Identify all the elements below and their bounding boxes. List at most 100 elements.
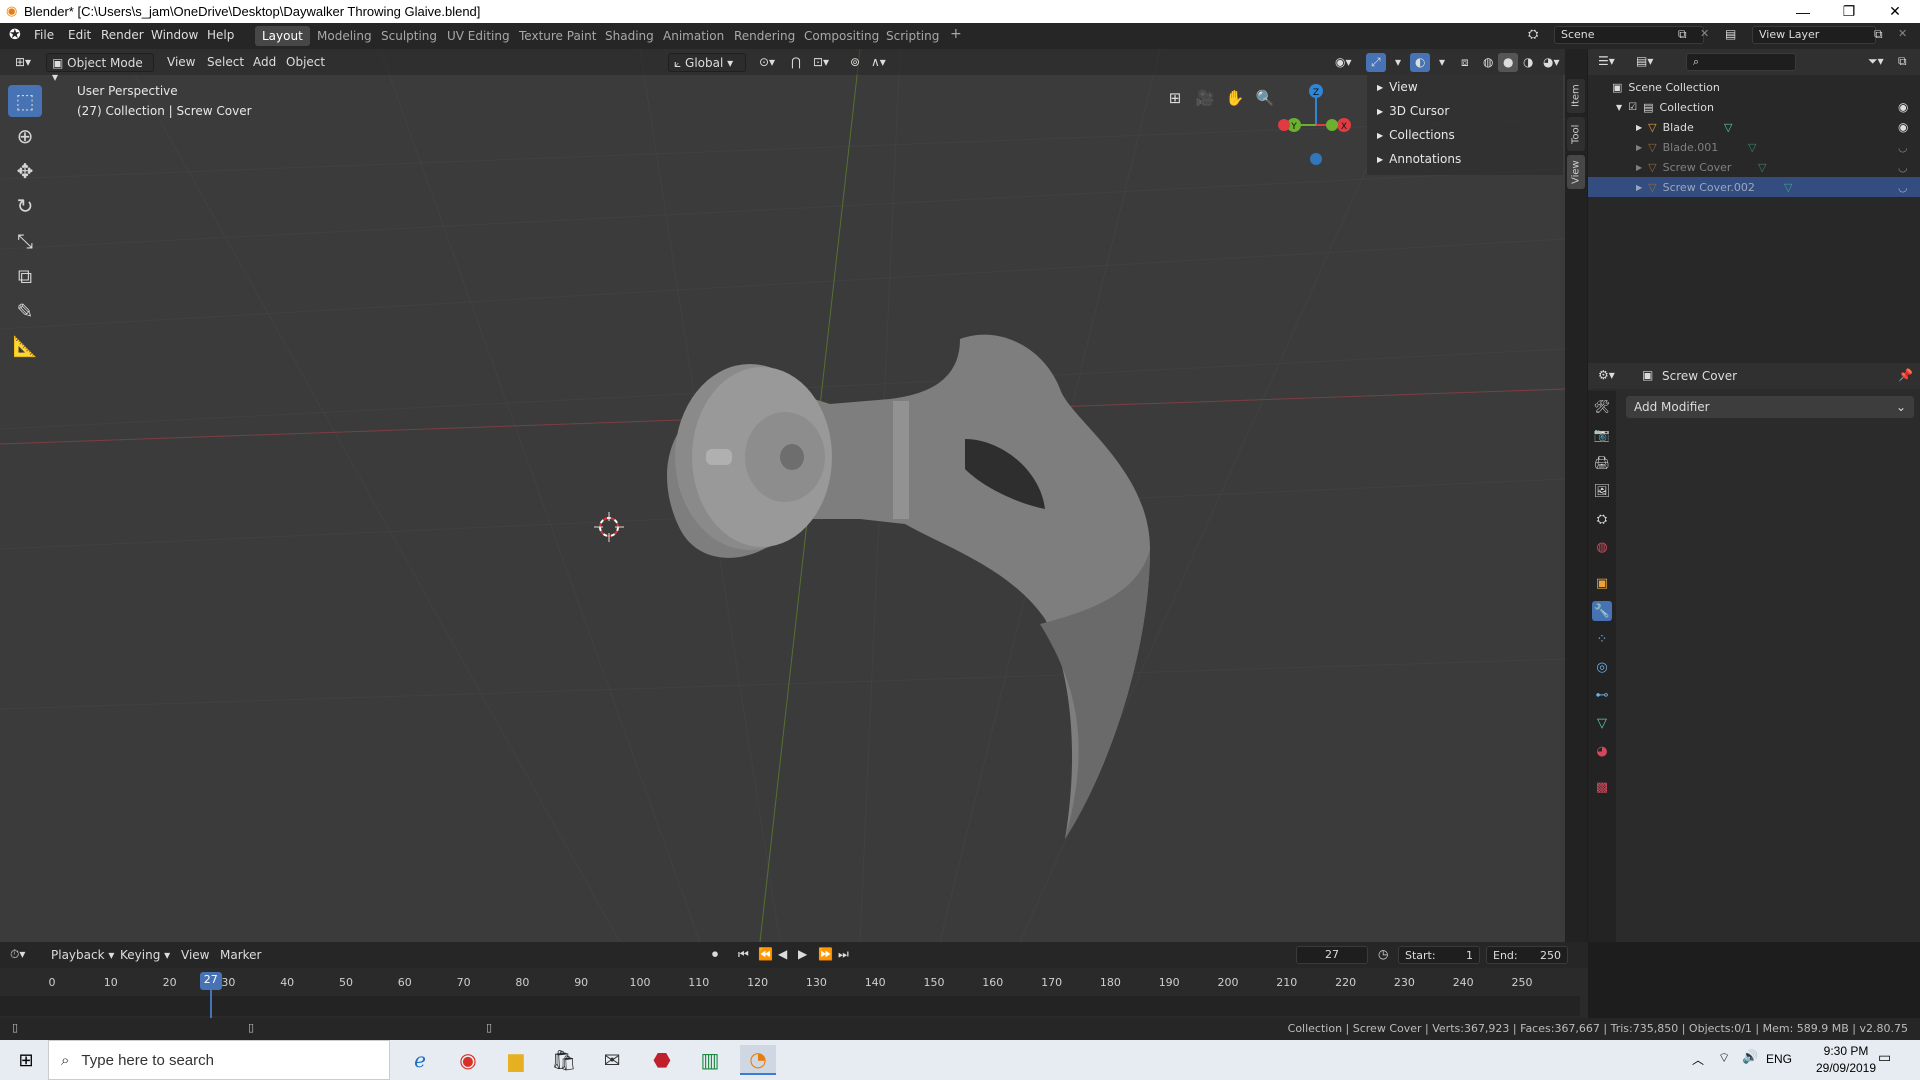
physics-props-icon[interactable]: ◎: [1592, 657, 1612, 677]
material-shading-icon[interactable]: ◑: [1518, 53, 1538, 72]
pin-icon[interactable]: 📌: [1898, 368, 1913, 382]
scale-tool-icon[interactable]: ⤡: [8, 225, 42, 257]
3d-cursor[interactable]: [594, 512, 624, 542]
npanel-collections[interactable]: ▶ Collections: [1367, 123, 1563, 147]
outliner-search-input[interactable]: ⌕: [1686, 53, 1796, 71]
output-props-icon[interactable]: 🖨: [1592, 453, 1612, 473]
navigation-gizmo[interactable]: Z X Y: [1276, 81, 1356, 171]
object-mode-dropdown[interactable]: ▣ Object Mode ▾: [46, 53, 154, 84]
tab-sculpting[interactable]: Sculpting: [374, 26, 444, 46]
tab-animation[interactable]: Animation: [656, 26, 731, 46]
add-modifier-dropdown[interactable]: Add Modifier ⌄: [1626, 396, 1914, 418]
texture-props-icon[interactable]: ▩: [1592, 777, 1612, 797]
view-layer-props-icon[interactable]: 🖼: [1592, 481, 1612, 501]
app-red-icon[interactable]: ⬣: [644, 1045, 680, 1075]
gizmo-toggle-icon[interactable]: ⤢: [1366, 53, 1386, 72]
close-button[interactable]: ✕: [1872, 0, 1918, 23]
display-mode-icon[interactable]: ▤▾: [1636, 54, 1653, 68]
material-props-icon[interactable]: ◕: [1592, 741, 1612, 761]
tab-scripting[interactable]: Scripting: [879, 26, 946, 46]
toggle-camera-grid-icon[interactable]: ⊞: [1162, 85, 1188, 111]
transform-tool-icon[interactable]: ⧉: [8, 260, 42, 292]
eye-closed-icon[interactable]: ◡: [1898, 161, 1908, 174]
rendered-shading-icon[interactable]: ◕▾: [1538, 53, 1565, 72]
cursor-tool-icon[interactable]: ⊕: [8, 120, 42, 152]
timeline-menu-view[interactable]: View: [176, 946, 214, 965]
particles-props-icon[interactable]: ⁘: [1592, 629, 1612, 649]
filter-icon[interactable]: ⏷▾: [1868, 54, 1884, 69]
pivot-point-icon[interactable]: ⊙▾: [754, 53, 780, 72]
clock-icon[interactable]: ◷: [1378, 947, 1388, 961]
restore-button[interactable]: ❐: [1826, 0, 1872, 23]
prev-keyframe-icon[interactable]: ⏪: [758, 947, 773, 961]
glaive-model[interactable]: [667, 334, 1150, 839]
tab-view[interactable]: View: [1567, 155, 1585, 189]
menu-edit[interactable]: Edit: [68, 28, 91, 42]
zoom-view-icon[interactable]: 🔍: [1252, 85, 1278, 111]
start-frame-field[interactable]: Start: 1: [1398, 946, 1480, 964]
solid-shading-icon[interactable]: ●: [1498, 53, 1519, 72]
overlay-dropdown-icon[interactable]: ▾: [1434, 53, 1450, 72]
falloff-icon[interactable]: ∧▾: [866, 53, 891, 72]
viewport-menu-add[interactable]: Add: [248, 53, 281, 72]
annotate-tool-icon[interactable]: ✎: [8, 295, 42, 327]
app-green-icon[interactable]: ▥: [692, 1045, 728, 1075]
windows-start-icon[interactable]: ⊞: [6, 1045, 46, 1075]
outliner-item-screw-cover-002[interactable]: ▶ ▽ Screw Cover.002 ▽ ◡: [1588, 177, 1920, 197]
eye-icon[interactable]: ◉: [1898, 120, 1908, 134]
tab-tool[interactable]: Tool: [1567, 117, 1585, 151]
tab-layout[interactable]: Layout: [255, 26, 310, 46]
mail-icon[interactable]: ✉: [594, 1045, 630, 1075]
select-box-tool-icon[interactable]: ⬚: [8, 85, 42, 117]
world-props-icon[interactable]: ◍: [1592, 537, 1612, 557]
object-props-icon[interactable]: ▣: [1592, 573, 1612, 593]
menu-help[interactable]: Help: [207, 28, 234, 42]
transform-orientation-dropdown[interactable]: ⟀ Global ▾: [668, 53, 746, 72]
eye-icon[interactable]: ◉: [1898, 100, 1908, 114]
scene-props-icon[interactable]: ⛭: [1592, 509, 1612, 529]
eye-closed-icon[interactable]: ◡: [1898, 181, 1908, 194]
pan-view-icon[interactable]: ✋: [1222, 85, 1248, 111]
new-scene-icon[interactable]: ⧉: [1678, 27, 1687, 42]
wireframe-shading-icon[interactable]: ◍: [1478, 53, 1498, 72]
timeline-ruler[interactable]: 0 10 20 30 40 50 60 70 80 90 100 110 120 130 140 150 160…: [0, 968, 1588, 1018]
proportional-edit-icon[interactable]: ⊚: [845, 53, 865, 72]
new-view-layer-icon[interactable]: ⧉: [1874, 27, 1883, 42]
edge-browser-icon[interactable]: ℯ: [402, 1045, 438, 1075]
overlay-toggle-icon[interactable]: ◐: [1410, 53, 1431, 72]
clock-date[interactable]: 29/09/2019: [1810, 1061, 1882, 1075]
outliner-item-screw-cover[interactable]: ▶ ▽ Screw Cover ▽ ◡: [1588, 157, 1920, 177]
view-layer-field[interactable]: View Layer: [1752, 26, 1876, 44]
timeline-menu-marker[interactable]: Marker: [215, 946, 266, 965]
expand-arrow-icon[interactable]: ▶: [1636, 163, 1642, 172]
expand-arrow-icon[interactable]: ▶: [1636, 183, 1642, 192]
outliner-scene-collection[interactable]: ▣ Scene Collection: [1588, 77, 1920, 97]
jump-end-icon[interactable]: ⏭: [838, 947, 849, 962]
blender-taskbar-icon[interactable]: ◔: [740, 1045, 776, 1075]
new-collection-icon[interactable]: ⧉: [1898, 54, 1907, 69]
file-explorer-icon[interactable]: ▆: [498, 1045, 534, 1075]
measure-tool-icon[interactable]: 📐: [8, 330, 42, 362]
eye-closed-icon[interactable]: ◡: [1898, 141, 1908, 154]
current-frame-field[interactable]: 27: [1296, 946, 1368, 964]
play-reverse-icon[interactable]: ◀: [778, 947, 787, 961]
minimize-button[interactable]: —: [1780, 0, 1826, 23]
add-workspace-button[interactable]: +: [943, 26, 969, 46]
render-props-icon[interactable]: 📷: [1592, 425, 1612, 445]
properties-editor-icon[interactable]: ⚙▾: [1598, 368, 1615, 382]
camera-view-icon[interactable]: 🎥: [1192, 85, 1218, 111]
timeline-menu-keying[interactable]: Keying ▾: [115, 946, 175, 965]
wifi-icon[interactable]: ⌔: [1718, 1050, 1730, 1066]
next-keyframe-icon[interactable]: ⏩: [818, 947, 833, 961]
outliner-item-blade[interactable]: ▶ ▽ Blade ▽ ◉: [1588, 117, 1920, 137]
playhead-line[interactable]: [209, 990, 212, 1018]
delete-scene-icon[interactable]: ✕: [1700, 27, 1709, 40]
mesh-data-props-icon[interactable]: ▽: [1592, 713, 1612, 733]
clock-time[interactable]: 9:30 PM: [1810, 1044, 1882, 1058]
language-indicator[interactable]: ENG: [1766, 1052, 1792, 1066]
timeline-track[interactable]: [0, 996, 1580, 1016]
chrome-browser-icon[interactable]: ◉: [450, 1045, 486, 1075]
viewport-menu-object[interactable]: Object: [281, 53, 330, 72]
tray-chevron-icon[interactable]: ︿: [1692, 1051, 1704, 1068]
play-icon[interactable]: ▶: [798, 947, 807, 961]
